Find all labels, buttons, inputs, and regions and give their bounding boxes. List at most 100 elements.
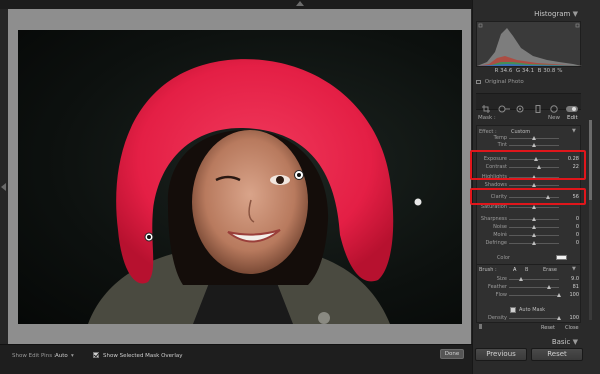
histogram-collapse-icon[interactable]: ▼: [573, 10, 578, 18]
auto-mask-checkbox[interactable]: [510, 307, 516, 313]
percent-sign: %: [557, 68, 563, 74]
spot-removal-icon[interactable]: [498, 98, 510, 113]
brush-slider-label: Density: [487, 315, 507, 321]
slider-handle[interactable]: [531, 205, 536, 209]
slider-handle[interactable]: [531, 233, 536, 237]
slider-label: Temp: [493, 135, 507, 141]
right-panel-scrollbar[interactable]: [589, 120, 592, 320]
slider-label: Noise: [493, 224, 507, 230]
slider-value[interactable]: 0: [561, 224, 579, 230]
auto-mask-label: Auto Mask: [519, 307, 546, 313]
slider-handle[interactable]: [531, 225, 536, 229]
brush-slider-track[interactable]: [509, 287, 559, 288]
brush-reset-button[interactable]: Reset: [541, 325, 555, 331]
r-label: R: [494, 68, 499, 74]
scrollbar-thumb[interactable]: [589, 120, 592, 200]
color-label: Color: [496, 255, 510, 261]
brush-slider-handle[interactable]: [546, 285, 551, 289]
lightroom-window: Histogram ▼ R 34.6 G 34.1 B 30.8 % Origi…: [0, 0, 600, 374]
slider-value[interactable]: 0: [561, 240, 579, 246]
brush-erase-button[interactable]: Erase: [543, 267, 557, 273]
color-swatch[interactable]: [556, 255, 567, 260]
histogram-panel-header[interactable]: Histogram ▼: [472, 8, 588, 20]
effect-collapse-icon[interactable]: ▼: [572, 128, 576, 134]
red-eye-icon[interactable]: [516, 98, 524, 113]
crop-icon[interactable]: [482, 98, 490, 113]
mask-label: Mask :: [478, 115, 496, 121]
slider-label: Sharpness: [480, 216, 507, 222]
slider-label: Tint: [497, 142, 507, 148]
done-button[interactable]: Done: [440, 349, 464, 359]
brush-slider-label: Size: [496, 276, 507, 282]
clarity-highlight: [470, 188, 586, 205]
graduated-filter-icon[interactable]: [534, 98, 542, 113]
edit-pin-eye-center: [297, 173, 301, 177]
brush-collapse-icon[interactable]: ▼: [572, 266, 576, 272]
original-photo-label: Original Photo: [484, 79, 524, 85]
g-value: 34.1: [521, 68, 535, 74]
brush-slider-handle[interactable]: [556, 293, 561, 297]
brush-slider-track[interactable]: [509, 279, 559, 280]
photo-illustration: [88, 59, 422, 324]
radial-filter-icon[interactable]: [550, 98, 558, 113]
basic-panel-header[interactable]: Basic ▼: [472, 336, 588, 348]
brush-slider-value[interactable]: 100: [561, 315, 579, 321]
histogram-title: Histogram: [534, 10, 571, 18]
exposure-contrast-highlight: [470, 150, 586, 180]
brush-close-button[interactable]: Close: [565, 325, 579, 331]
histogram-graph[interactable]: [476, 21, 582, 67]
slider-handle[interactable]: [531, 241, 536, 245]
b-label: B: [537, 68, 542, 74]
left-panel-arrow-icon[interactable]: [1, 183, 6, 191]
brush-slider-handle[interactable]: [556, 316, 561, 320]
slider-value[interactable]: 0: [561, 216, 579, 222]
dropdown-arrow-icon[interactable]: ▾: [71, 352, 74, 360]
histogram-shape: [477, 23, 582, 66]
g-label: G: [515, 68, 521, 74]
slider-value[interactable]: 0: [561, 232, 579, 238]
jacket-button-shape: [318, 312, 330, 324]
show-mask-overlay-checkbox[interactable]: [93, 352, 99, 358]
brush-slider-value[interactable]: 81: [561, 284, 579, 290]
mask-toggle-icon[interactable]: [479, 324, 482, 329]
previous-button[interactable]: Previous: [475, 348, 527, 361]
adjustment-brush-icon[interactable]: [566, 98, 578, 112]
slider-handle[interactable]: [531, 183, 536, 187]
basic-title: Basic: [551, 338, 571, 346]
brush-slider-handle[interactable]: [519, 277, 523, 281]
original-photo-row[interactable]: Original Photo: [476, 78, 581, 87]
original-photo-icon: [476, 79, 481, 84]
mask-edit-button[interactable]: Edit: [567, 113, 578, 123]
slider-handle[interactable]: [531, 143, 536, 147]
slider-handle[interactable]: [531, 217, 536, 221]
show-edit-pins-label: Show Edit Pins :: [12, 353, 56, 359]
reset-button[interactable]: Reset: [531, 348, 583, 361]
brush-slider-label: Feather: [487, 284, 507, 290]
edit-pin-hood-center: [147, 235, 151, 239]
mask-row: Mask : New Edit: [476, 113, 581, 123]
slider-label: Moiré: [493, 232, 507, 238]
brush-b-button[interactable]: B: [525, 267, 528, 273]
brush-slider-label: Flow: [495, 292, 507, 298]
mask-new-button[interactable]: New: [548, 113, 560, 123]
divider: [477, 264, 580, 265]
basic-collapse-icon[interactable]: ▼: [573, 338, 578, 346]
brush-slider-value[interactable]: 9.0: [561, 276, 579, 282]
slider-label: Defringe: [485, 240, 507, 246]
slider-handle[interactable]: [531, 136, 536, 140]
brush-slider-track[interactable]: [509, 295, 559, 296]
r-value: 34.6: [500, 68, 513, 74]
b-value: 30.8: [543, 68, 556, 74]
show-edit-pins-dropdown[interactable]: Auto: [55, 352, 68, 360]
effect-preset-dropdown[interactable]: Custom: [511, 129, 530, 135]
brush-slider-track[interactable]: [509, 318, 559, 319]
histogram-rgb-readout: R 34.6 G 34.1 B 30.8 %: [476, 67, 581, 76]
local-tools-strip: [476, 93, 581, 113]
brush-label: Brush :: [479, 267, 497, 273]
brush-a-button[interactable]: A: [513, 267, 516, 273]
top-panel-arrow-icon[interactable]: [296, 1, 304, 6]
edit-pin-background[interactable]: [414, 198, 422, 206]
show-mask-overlay-label: Show Selected Mask Overlay: [103, 353, 183, 359]
photo-preview[interactable]: [18, 30, 462, 324]
brush-slider-value[interactable]: 100: [561, 292, 579, 298]
